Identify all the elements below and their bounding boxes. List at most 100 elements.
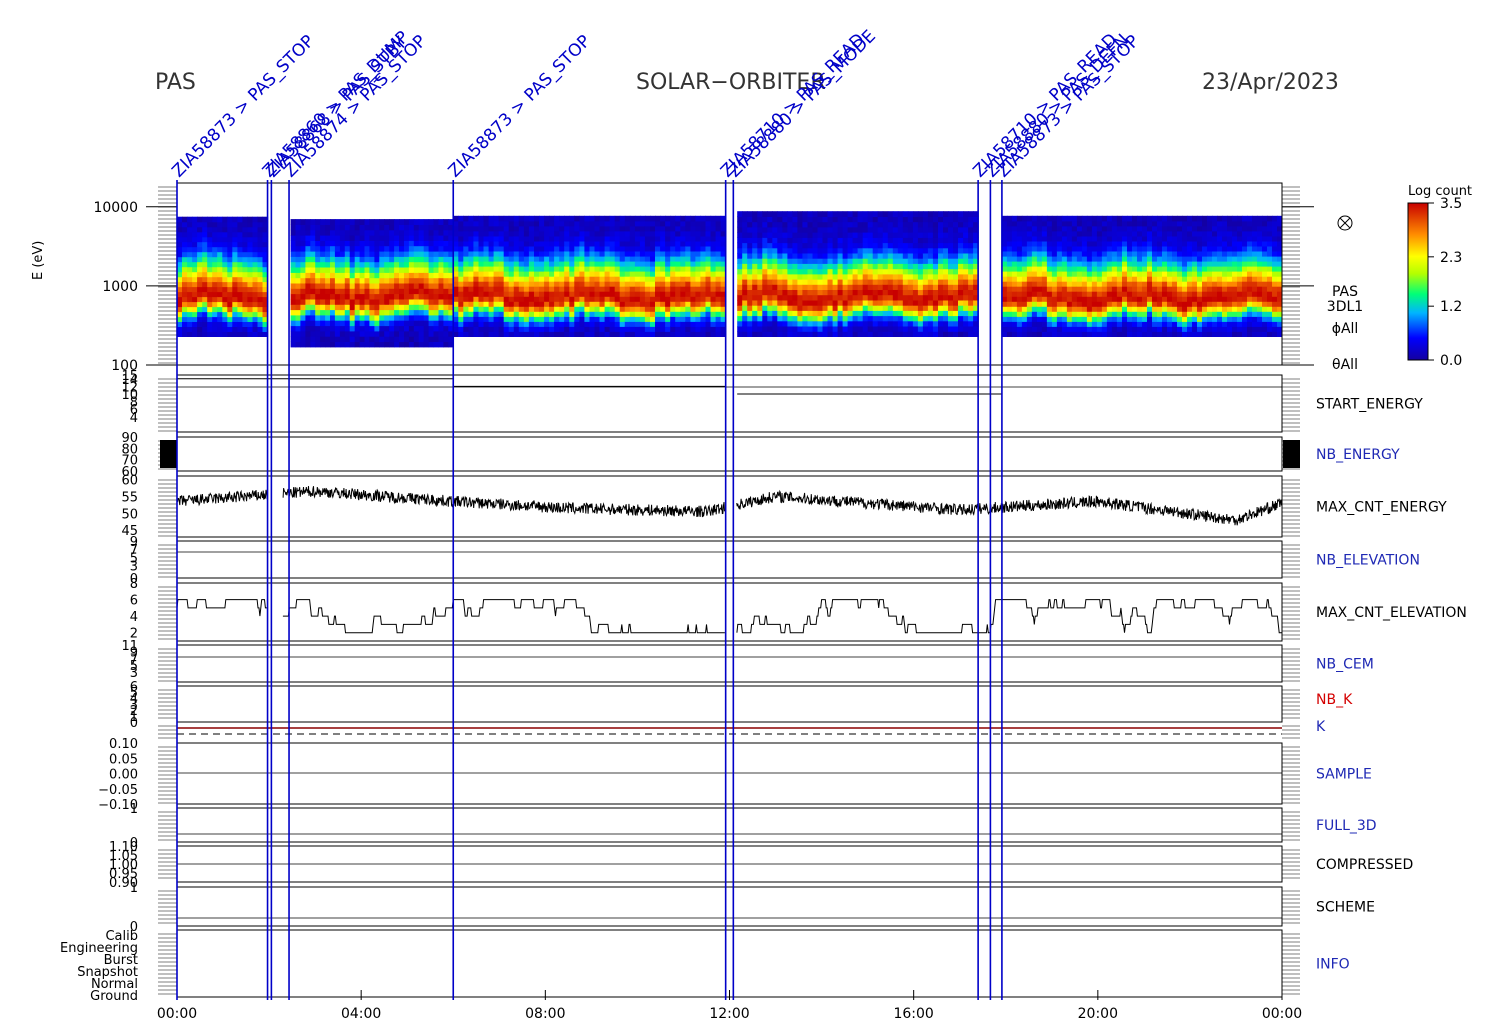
spectrogram-cell [847, 279, 854, 285]
spectrogram-cell [897, 247, 904, 254]
spectrogram-cell [354, 245, 361, 252]
spectrogram-cell [887, 273, 894, 280]
spectrogram-cell [339, 314, 346, 321]
spectrogram-cell [443, 256, 449, 263]
spectrogram-cell [325, 272, 331, 279]
spectrogram-cell [1106, 326, 1113, 332]
spectrogram-cell [523, 230, 530, 237]
spectrogram-cell [968, 258, 974, 264]
spectrogram-cell [458, 251, 464, 257]
spectrogram-cell [675, 266, 681, 272]
spectrogram-cell [528, 316, 535, 322]
spectrogram-cell [1202, 286, 1208, 292]
spectrogram-cell [752, 247, 758, 254]
spectrogram-cell [589, 230, 596, 237]
spectrogram-cell [1081, 225, 1088, 232]
spectrogram-cell [1197, 286, 1203, 292]
spectrogram-cell [619, 326, 626, 332]
spectrogram-cell [182, 286, 188, 293]
spectrogram-cell [675, 256, 681, 262]
spectrogram-cell [1217, 240, 1223, 247]
spectrogram-cell [315, 336, 321, 342]
spectrogram-cell [1101, 240, 1108, 247]
spectrogram-cell [1237, 321, 1243, 327]
spectrogram-cell [549, 306, 555, 312]
spectrogram-cell [1071, 301, 1078, 307]
spectrogram-cell [518, 261, 525, 267]
spectrogram-cell [792, 232, 798, 238]
spectrogram-cell [518, 215, 525, 222]
spectrogram-cell [1147, 235, 1153, 242]
spectrogram-cell [787, 237, 793, 244]
spectrogram-cell [569, 261, 575, 267]
spectrogram-cell [1122, 316, 1128, 322]
spectrogram-cell [782, 273, 788, 280]
spectrogram-cell [782, 263, 788, 270]
spectrogram-cell [212, 301, 218, 308]
spectrogram-cell [857, 320, 864, 327]
spectrogram-cell [629, 256, 636, 262]
spectrogram-cell [634, 240, 641, 247]
spectrogram-cell [614, 326, 621, 332]
spectrogram-cell [1142, 251, 1148, 257]
spectrogram-cell [310, 309, 316, 316]
spectrogram-cell [822, 331, 829, 337]
spectrogram-cell [634, 261, 641, 267]
spectrogram-cell [344, 272, 351, 279]
spectrogram-cell [777, 294, 783, 301]
spectrogram-cell [354, 229, 361, 236]
spectrogram-cell [498, 326, 505, 332]
spectrogram-cell [404, 277, 410, 284]
spectrogram-cell [927, 284, 934, 290]
spectrogram-cell [453, 251, 459, 257]
spectrogram-cell [315, 309, 321, 316]
spectrogram-cell [690, 296, 696, 302]
spectrogram-cell [1212, 225, 1218, 232]
spectrogram-cell [670, 261, 676, 267]
spectrogram-cell [349, 261, 356, 268]
spectrogram-cell [927, 232, 934, 238]
spectrogram-cell [948, 221, 954, 228]
spectrogram-cell [1167, 261, 1173, 267]
spectrogram-cell [1172, 251, 1178, 257]
spectrogram-cell [1202, 215, 1208, 222]
spectrogram-cell [539, 235, 545, 242]
spectrogram-cell [252, 241, 259, 248]
spectrogram-cell [948, 247, 954, 254]
spectrogram-cell [1056, 296, 1063, 302]
spectrogram-cell [629, 316, 636, 322]
spectrogram-cell [1247, 276, 1253, 282]
spectrogram-cell [675, 215, 681, 222]
spectrogram-cell [629, 215, 636, 222]
spectrogram-cell [359, 325, 366, 332]
spectrogram-cell [1016, 235, 1023, 242]
spectrogram-cell [1192, 245, 1198, 252]
spectrogram-cell [629, 245, 636, 252]
spectrogram-cell [493, 215, 500, 222]
spectrogram-cell [528, 251, 535, 257]
spectrogram-cell [389, 325, 395, 332]
spectrogram-cell [1157, 251, 1163, 257]
spectrogram-cell [1192, 326, 1198, 332]
spectrogram-cell [737, 289, 743, 296]
spectrogram-cell [1006, 291, 1013, 297]
spectrogram-cell [827, 320, 834, 327]
spectrogram-cell [953, 221, 959, 228]
spectrogram-cell [762, 247, 768, 254]
spectrogram-cell [325, 235, 331, 241]
spectrogram-cell [374, 304, 380, 311]
spectrogram-cell [182, 231, 188, 238]
spectrogram-cell [564, 225, 570, 232]
spectrogram-cell [1051, 296, 1058, 302]
spectrogram-cell [1001, 326, 1008, 332]
spectrogram-cell [1167, 321, 1173, 327]
spectrogram-cell [310, 277, 316, 284]
spectrogram-cell [619, 286, 626, 292]
spectrogram-cell [832, 305, 839, 311]
spectrogram-cell [1182, 286, 1188, 292]
spectrogram-cell [1272, 251, 1278, 257]
spectrogram-cell [912, 221, 919, 228]
spectrogram-cell [963, 252, 969, 259]
spectrogram-cell [943, 294, 949, 301]
spectrogram-cell [374, 219, 380, 225]
